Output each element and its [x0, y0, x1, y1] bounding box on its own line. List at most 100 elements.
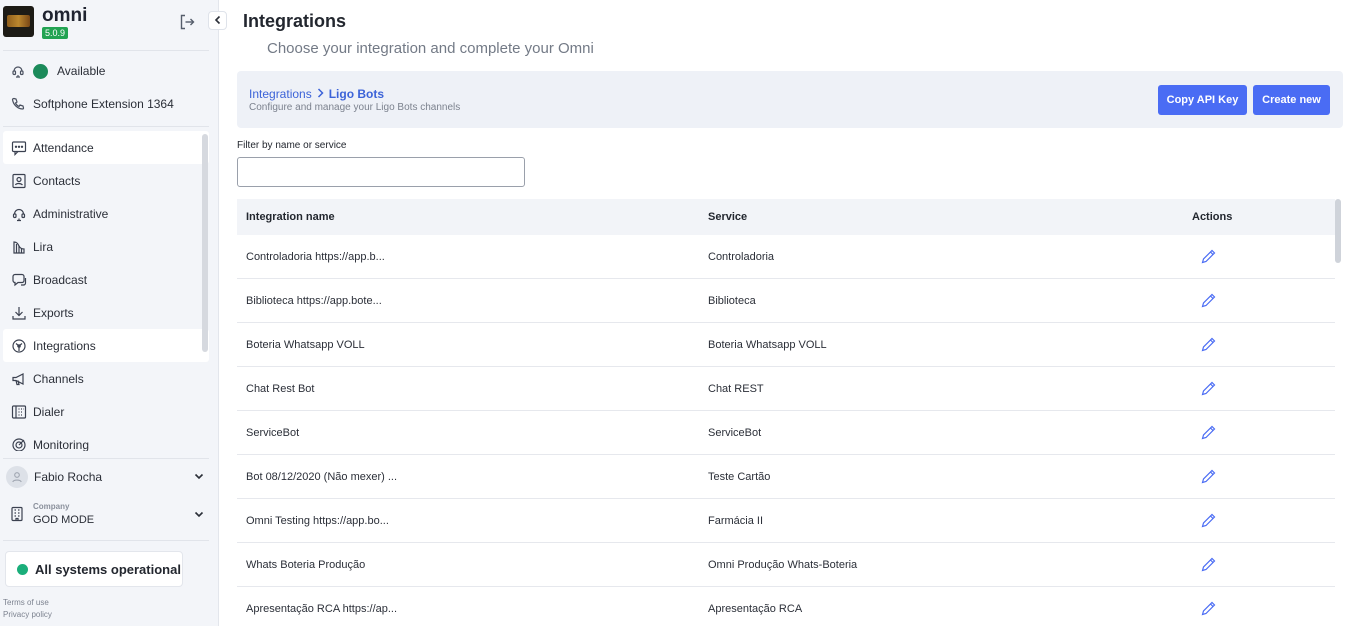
edit-pencil-icon[interactable] [1198, 378, 1218, 398]
chevron-left-icon [213, 12, 223, 30]
sidebar-item-integrations[interactable]: Integrations [3, 329, 209, 362]
table-scrollbar[interactable] [1335, 199, 1341, 263]
sidebar-item-label: Attendance [33, 140, 94, 155]
breadcrumb: Integrations Ligo Bots [249, 86, 384, 101]
table-row[interactable]: Controladoria https://app.b... Controlad… [237, 235, 1335, 279]
edit-pencil-icon[interactable] [1198, 334, 1218, 354]
integrations-icon [10, 337, 27, 354]
sidebar-item-attendance[interactable]: Attendance [3, 131, 209, 164]
version-badge: 5.0.9 [42, 27, 69, 39]
sidebar-item-label: Exports [33, 305, 74, 320]
sidebar-item-label: Contacts [33, 173, 81, 188]
integration-name: Controladoria https://app.b... [246, 250, 385, 263]
table-row[interactable]: Bot 08/12/2020 (Não mexer) ... Teste Car… [237, 455, 1335, 499]
table-row[interactable]: Whats Boteria Produção Omni Produção Wha… [237, 543, 1335, 587]
privacy-link[interactable]: Privacy policy [3, 610, 52, 619]
page-title: Integrations [243, 11, 347, 31]
sidebar-scrollbar[interactable] [202, 134, 208, 352]
table-header: Integration name Service Actions [237, 199, 1335, 235]
chevron-down-icon[interactable] [193, 470, 205, 482]
headset-icon [10, 63, 26, 79]
edit-pencil-icon[interactable] [1198, 466, 1218, 486]
integration-name: Bot 08/12/2020 (Não mexer) ... [246, 470, 398, 483]
app-name: omni [42, 5, 88, 26]
sidebar-nav: Attendance Contacts Administrative Lira [3, 131, 209, 451]
integration-service: Boteria Whatsapp VOLL [708, 338, 827, 351]
integration-service: Biblioteca [708, 294, 756, 307]
softphone-extension[interactable]: Softphone Extension 1364 [10, 94, 174, 114]
divider [3, 50, 209, 51]
integration-name: Apresentação RCA https://ap... [246, 602, 398, 615]
edit-pencil-icon[interactable] [1198, 598, 1218, 618]
table-row[interactable]: ServiceBot ServiceBot [237, 411, 1335, 455]
integration-header-card: Integrations Ligo Bots Configure and man… [237, 71, 1343, 128]
filter-input[interactable] [237, 157, 525, 187]
edit-pencil-icon[interactable] [1198, 510, 1218, 530]
integration-name: Omni Testing https://app.bo... [246, 514, 389, 527]
sidebar-item-label: Monitoring [33, 437, 90, 452]
integration-service: Farmácia II [708, 514, 764, 527]
column-header-actions: Actions [1192, 211, 1233, 223]
softphone-label: Softphone Extension 1364 [33, 97, 174, 111]
system-status-badge[interactable]: All systems operational [5, 551, 183, 587]
company-name: GOD MODE [33, 514, 95, 526]
card-description: Configure and manage your Ligo Bots chan… [249, 102, 461, 113]
sidebar-item-broadcast[interactable]: Broadcast [3, 263, 209, 296]
terms-link[interactable]: Terms of use [3, 598, 49, 607]
copy-api-key-button[interactable]: Copy API Key [1158, 85, 1247, 115]
sidebar-item-administrative[interactable]: Administrative [3, 197, 209, 230]
company-label: Company [33, 502, 70, 511]
system-status-label: All systems operational [35, 561, 181, 577]
table-row[interactable]: Chat Rest Bot Chat REST [237, 367, 1335, 411]
table-row[interactable]: Omni Testing https://app.bo... Farmácia … [237, 499, 1335, 543]
sidebar-item-contacts[interactable]: Contacts [3, 164, 209, 197]
download-icon [10, 304, 27, 321]
divider [3, 126, 209, 127]
status-label: Available [57, 64, 106, 78]
edit-pencil-icon[interactable] [1198, 290, 1218, 310]
user-menu[interactable]: Fabio Rocha [6, 465, 209, 489]
table-row[interactable]: Boteria Whatsapp VOLL Boteria Whatsapp V… [237, 323, 1335, 367]
column-header-service[interactable]: Service [708, 211, 747, 223]
integration-service: Omni Produção Whats-Boteria [708, 558, 858, 571]
edit-pencil-icon[interactable] [1198, 246, 1218, 266]
create-new-button[interactable]: Create new [1253, 85, 1330, 115]
monitoring-icon [10, 436, 27, 451]
status-dot [17, 563, 28, 575]
app-logo [3, 6, 34, 37]
sidebar-item-lira[interactable]: Lira [3, 230, 209, 263]
integration-service: Apresentação RCA [708, 602, 803, 615]
main-content: Integrations Choose your integration and… [219, 0, 1350, 626]
breadcrumb-integrations-link[interactable]: Integrations [249, 87, 312, 101]
building-icon [10, 506, 24, 525]
company-selector[interactable]: Company GOD MODE [10, 502, 209, 528]
logout-icon[interactable] [178, 13, 198, 33]
edit-pencil-icon[interactable] [1198, 554, 1218, 574]
integration-name: Boteria Whatsapp VOLL [246, 338, 365, 351]
contacts-card-icon [10, 172, 27, 189]
user-name: Fabio Rocha [34, 470, 103, 484]
status-dot [33, 63, 48, 79]
phone-icon [10, 96, 26, 112]
table-row[interactable]: Apresentação RCA https://ap... Apresenta… [237, 587, 1335, 626]
sidebar-item-exports[interactable]: Exports [3, 296, 209, 329]
chevron-down-icon[interactable] [193, 508, 205, 520]
dialer-icon [10, 403, 27, 420]
integration-service: Teste Cartão [708, 470, 771, 483]
integration-service: Controladoria [708, 250, 775, 263]
sidebar-item-dialer[interactable]: Dialer [3, 395, 209, 428]
chevron-right-icon [316, 86, 325, 101]
collapse-sidebar-button[interactable] [208, 11, 227, 30]
sidebar-item-monitoring[interactable]: Monitoring [3, 428, 209, 451]
sidebar-item-label: Broadcast [33, 272, 88, 287]
breadcrumb-current: Ligo Bots [328, 86, 385, 101]
column-header-name[interactable]: Integration name [246, 211, 335, 223]
availability-status[interactable]: Available [10, 61, 105, 81]
integration-name: Chat Rest Bot [246, 382, 315, 395]
table-row[interactable]: Biblioteca https://app.bote... Bibliotec… [237, 279, 1335, 323]
sidebar-item-channels[interactable]: Channels [3, 362, 209, 395]
integrations-table: Integration name Service Actions Control… [237, 199, 1335, 626]
edit-pencil-icon[interactable] [1198, 422, 1218, 442]
sidebar-item-label: Integrations [33, 338, 96, 353]
sidebar-item-label: Dialer [33, 404, 65, 419]
